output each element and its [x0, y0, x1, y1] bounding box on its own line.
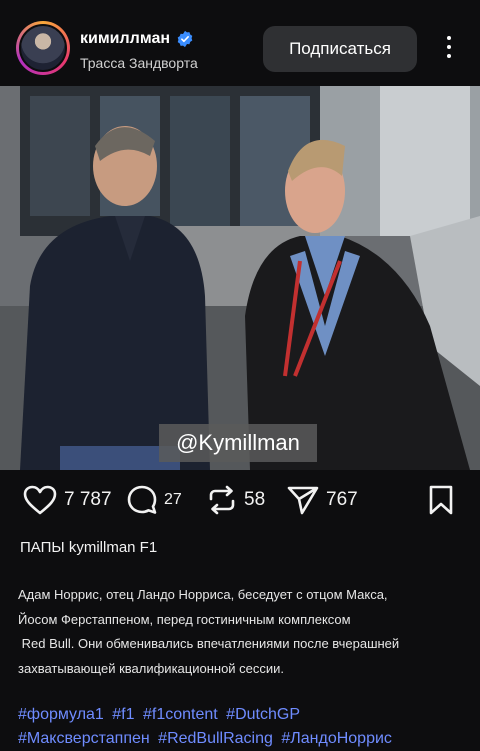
- caption-line: захватывающей квалификационной сессии.: [18, 660, 285, 676]
- verified-badge-icon: [177, 30, 193, 48]
- username[interactable]: кимиллман: [80, 30, 170, 48]
- action-bar: 7 787 27 58 767: [0, 470, 480, 532]
- post-title: ПАПЫ kymillman F1: [20, 539, 158, 556]
- avatar[interactable]: [19, 24, 67, 72]
- caption-line: Адам Норрис, отец Ландо Норриса, беседуе…: [18, 587, 388, 602]
- hashtag-link[interactable]: #формула1: [18, 706, 104, 723]
- share-action[interactable]: 767: [286, 484, 358, 516]
- post-caption: Адам Норрис, отец Ландо Норриса, беседуе…: [18, 583, 458, 681]
- more-options-icon[interactable]: [438, 36, 460, 62]
- photo-illustration: [0, 86, 480, 470]
- caption-line: Red Bull. Они обменивались впечатлениями…: [18, 636, 400, 651]
- comment-icon[interactable]: [126, 484, 158, 516]
- hashtag-list: #формула1 #f1 #f1content #DutchGP #Максв…: [18, 703, 478, 751]
- caption-line: Йосом Ферстаппеном, перед гостиничным ко…: [18, 611, 351, 627]
- hashtag-link[interactable]: #f1content: [143, 706, 218, 723]
- heart-icon[interactable]: [22, 484, 58, 516]
- location-label[interactable]: Трасса Зандворта: [80, 55, 198, 71]
- likes-count: 7 787: [64, 489, 112, 510]
- username-row[interactable]: кимиллман: [80, 30, 194, 48]
- post-header: кимиллман Трасса Зандворта Подписаться: [0, 0, 480, 86]
- hashtag-link[interactable]: #ЛандоНоррис: [281, 730, 392, 747]
- hashtag-link[interactable]: #DutchGP: [226, 706, 300, 723]
- comment-action[interactable]: 27: [126, 484, 182, 516]
- hashtag-link[interactable]: #Максверстаппен: [18, 730, 150, 747]
- shares-count: 767: [326, 489, 358, 510]
- hashtag-link[interactable]: #f1: [112, 706, 134, 723]
- hashtag-link[interactable]: #RedBullRacing: [158, 730, 273, 747]
- repost-icon[interactable]: [206, 484, 238, 516]
- post-photo[interactable]: [0, 86, 480, 470]
- comments-count: 27: [164, 491, 182, 508]
- watermark-label: @Kymillman: [159, 424, 317, 462]
- follow-button[interactable]: Подписаться: [263, 26, 417, 72]
- reposts-count: 58: [244, 489, 266, 510]
- like-action[interactable]: 7 787: [22, 484, 112, 516]
- bookmark-icon[interactable]: [428, 484, 454, 516]
- repost-action[interactable]: 58: [206, 484, 265, 516]
- avatar-story-ring[interactable]: [16, 21, 70, 75]
- send-icon[interactable]: [286, 484, 320, 516]
